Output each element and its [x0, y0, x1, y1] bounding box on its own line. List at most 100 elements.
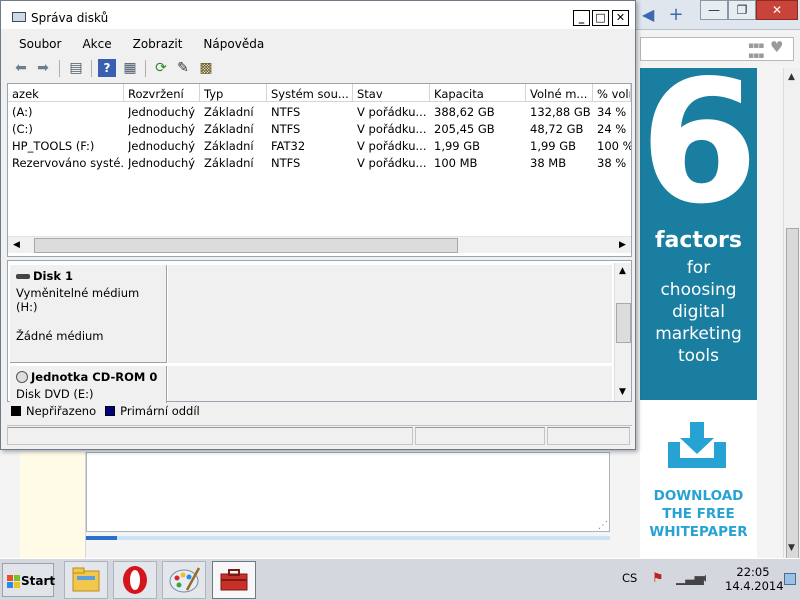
status-bar-panel: [415, 427, 545, 445]
cell-volume: HP_TOOLS (F:): [12, 139, 95, 153]
column-header-filesystem[interactable]: Systém sou...: [267, 84, 353, 102]
cell-capacity: 1,99 GB: [434, 139, 481, 153]
scroll-down-arrow-icon[interactable]: ▼: [784, 541, 799, 556]
disk-layout-pane: Disk 1 Vyměnitelné médium (H:) Žádné méd…: [7, 260, 632, 403]
ad-top-panel: 6 factors for choosing digital marketing…: [640, 68, 757, 400]
ad-line: marketing: [655, 324, 742, 344]
cell-status: V pořádku...: [357, 105, 427, 119]
column-header-type[interactable]: Typ: [200, 84, 267, 102]
disk-management-window: Správa disků _ □ ✕ Soubor Akce Zobrazit …: [0, 0, 636, 450]
cell-free-space: 1,99 GB: [530, 139, 577, 153]
rescan-disks-icon[interactable]: ▩: [197, 59, 215, 77]
menu-akce[interactable]: Akce: [70, 32, 120, 56]
status-bar-panel: [7, 427, 413, 445]
cdrom-0-type: Disk DVD (E:): [16, 387, 94, 401]
taskbar: Start CS ⚑ ▁▃▅ 🔈︎ 22:05 14.4.2014: [0, 558, 800, 600]
toolbox-icon: [220, 569, 248, 591]
toolbar-separator: [59, 60, 60, 77]
cell-layout: Jednoduchý: [128, 105, 196, 119]
forward-arrow-icon[interactable]: ➡: [34, 59, 52, 77]
ad-cta-line[interactable]: THE FREE: [640, 506, 757, 522]
scroll-left-arrow-icon[interactable]: ◀: [8, 237, 25, 254]
column-header-volume[interactable]: azek: [8, 84, 124, 102]
back-arrow-icon[interactable]: ⬅: [12, 59, 30, 77]
column-header-status[interactable]: Stav: [353, 84, 430, 102]
clock-time: 22:05: [736, 565, 770, 579]
browser-restore-button[interactable]: ❐: [728, 0, 756, 20]
menu-soubor[interactable]: Soubor: [7, 32, 70, 56]
close-button[interactable]: ✕: [612, 10, 629, 26]
volume-muted-icon[interactable]: 🔈︎: [702, 571, 710, 586]
taskbar-explorer[interactable]: [64, 561, 108, 599]
legend-label-primary: Primární oddíl: [120, 404, 200, 418]
browser-minimize-button[interactable]: —: [700, 0, 728, 20]
refresh-icon[interactable]: ⟳: [152, 59, 170, 77]
taskbar-disk-management[interactable]: [212, 561, 256, 599]
column-header-layout[interactable]: Rozvržení: [124, 84, 200, 102]
disk-1-info[interactable]: Disk 1 Vyměnitelné médium (H:) Žádné méd…: [10, 265, 167, 363]
properties-icon[interactable]: ✎: [174, 59, 192, 77]
disk-management-app-icon: [12, 12, 26, 22]
disk-pane-scroll-down-icon[interactable]: ▼: [615, 384, 630, 401]
toolbar: ⬅ ➡ ▤ ? ▦ ⟳ ✎ ▩: [7, 57, 632, 81]
input-language-indicator[interactable]: CS: [622, 571, 637, 585]
column-header-capacity[interactable]: Kapacita: [430, 84, 526, 102]
system-clock[interactable]: 22:05 14.4.2014: [725, 565, 784, 593]
cdrom-0-partition-area[interactable]: [168, 366, 612, 401]
cdrom-0-info[interactable]: Jednotka CD-ROM 0 Disk DVD (E:): [10, 366, 167, 403]
bookmark-heart-icon[interactable]: ♥: [770, 38, 783, 56]
palette-icon: [169, 567, 201, 593]
browser-vertical-scrollbar[interactable]: [783, 68, 800, 600]
column-header-free-space[interactable]: Volné m...: [526, 84, 593, 102]
properties-pane-icon[interactable]: ▦: [121, 59, 139, 77]
menu-napoveda[interactable]: Nápověda: [191, 32, 273, 56]
cell-free-space: 48,72 GB: [530, 122, 584, 136]
status-bar: [7, 425, 632, 445]
volume-list[interactable]: azek Rozvržení Typ Systém sou... Stav Ka…: [7, 83, 632, 257]
scroll-up-arrow-icon[interactable]: ▲: [784, 70, 799, 85]
disk-pane-vertical-scrollbar[interactable]: ▲ ▼: [614, 263, 631, 401]
minimize-button[interactable]: _: [573, 10, 590, 26]
disk-1-partition-area[interactable]: [168, 265, 612, 363]
toolbar-separator: [145, 60, 146, 77]
tab-scroll-left-icon[interactable]: ◀: [642, 6, 656, 24]
ad-cta-line[interactable]: WHITEPAPER: [640, 524, 757, 540]
action-center-flag-icon[interactable]: ⚑: [652, 571, 664, 586]
removable-disk-icon: [16, 273, 30, 279]
cell-status: V pořádku...: [357, 122, 427, 136]
show-hide-console-tree-icon[interactable]: ▤: [67, 59, 85, 77]
menu-zobrazit[interactable]: Zobrazit: [121, 32, 192, 56]
new-tab-button[interactable]: +: [666, 5, 686, 25]
ad-banner[interactable]: 6 factors for choosing digital marketing…: [640, 68, 757, 558]
disk-pane-scroll-thumb[interactable]: [616, 303, 631, 343]
legend: Nepřiřazeno Primární oddíl: [11, 403, 631, 419]
speed-dial-icon[interactable]: ▪▪▪ ▪▪▪: [748, 41, 764, 61]
taskbar-paint[interactable]: [162, 561, 206, 599]
cell-capacity: 205,45 GB: [434, 122, 495, 136]
legend-swatch-unallocated: [11, 406, 21, 416]
title-bar[interactable]: Správa disků _ □ ✕: [1, 1, 635, 29]
menu-bar: Soubor Akce Zobrazit Nápověda: [7, 32, 632, 56]
ad-line: tools: [677, 346, 720, 366]
maximize-button[interactable]: □: [592, 10, 609, 26]
cell-filesystem: FAT32: [271, 139, 306, 153]
help-icon[interactable]: ?: [98, 59, 116, 77]
horizontal-scroll-thumb[interactable]: [34, 238, 458, 253]
ad-number: 6: [640, 68, 757, 242]
cell-filesystem: NTFS: [271, 105, 301, 119]
network-signal-icon[interactable]: ▁▃▅: [676, 571, 704, 585]
browser-close-button[interactable]: ✕: [756, 0, 798, 20]
cell-capacity: 100 MB: [434, 156, 478, 170]
disk-pane-scroll-up-icon[interactable]: ▲: [615, 263, 630, 280]
horizontal-scrollbar[interactable]: ◀ ▶: [8, 236, 631, 253]
show-desktop-button[interactable]: [784, 573, 796, 585]
resize-grip-icon[interactable]: ⋰: [598, 520, 608, 531]
taskbar-opera[interactable]: [113, 561, 157, 599]
clock-date: 14.4.2014: [725, 579, 784, 593]
column-header-percent-free[interactable]: % volr: [593, 84, 631, 102]
scroll-right-arrow-icon[interactable]: ▶: [614, 237, 631, 254]
start-button[interactable]: Start: [2, 563, 55, 597]
cell-free-space: 132,88 GB: [530, 105, 591, 119]
page-textarea[interactable]: [86, 452, 610, 532]
ad-cta-line[interactable]: DOWNLOAD: [640, 488, 757, 504]
